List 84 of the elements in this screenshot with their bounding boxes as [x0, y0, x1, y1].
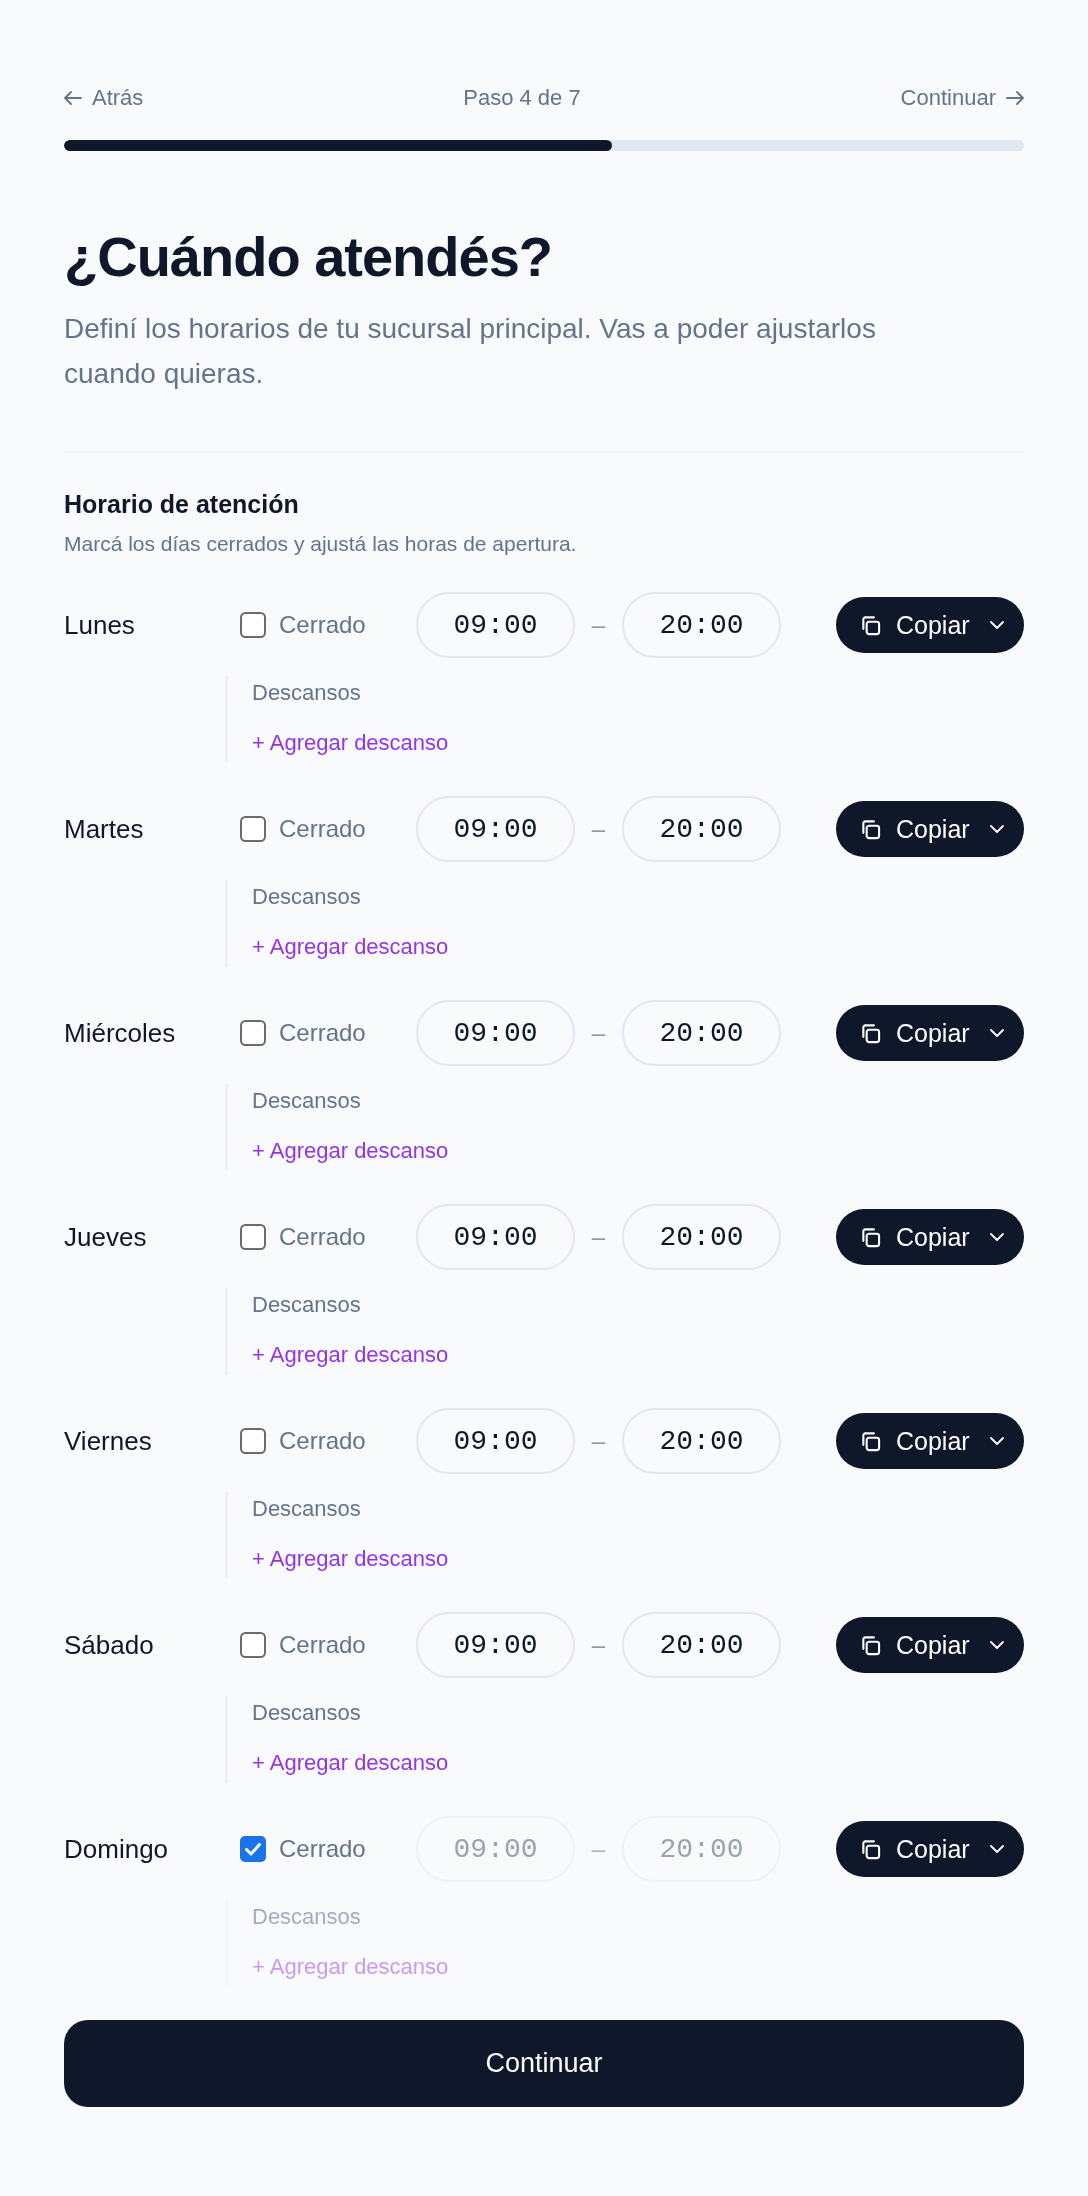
copy-button[interactable]: Copiar: [836, 1821, 1024, 1877]
copy-icon: [860, 1634, 881, 1656]
time-field[interactable]: 09:00: [416, 1612, 575, 1678]
checkbox-label: Cerrado: [279, 814, 366, 844]
add-break-link[interactable]: + Agregar descanso: [252, 728, 449, 758]
breaks-label: Descansos: [252, 1495, 361, 1523]
checkbox[interactable]: [240, 1632, 266, 1658]
breaks-label: Descansos: [252, 1291, 361, 1319]
copy-button[interactable]: Copiar: [836, 1005, 1024, 1061]
step-indicator: Paso 4 de 7: [463, 84, 581, 112]
add-break-link[interactable]: + Agregar descanso: [252, 1136, 449, 1166]
time-field[interactable]: 20:00: [622, 1612, 781, 1678]
time-separator: –: [591, 1834, 606, 1864]
chevron-down-icon: [990, 1029, 1004, 1037]
day-name: Lunes: [64, 610, 135, 640]
chevron-down-icon: [990, 621, 1004, 629]
checkbox-label: Cerrado: [279, 1426, 366, 1456]
breaks-label: Descansos: [252, 679, 361, 707]
time-separator: –: [591, 1018, 606, 1048]
breaks-label: Descansos: [252, 1903, 361, 1931]
section-description: Marcá los días cerrados y ajustá las horas de apertura.: [64, 531, 577, 557]
time-separator: –: [591, 610, 606, 640]
copy-button[interactable]: Copiar: [836, 1617, 1024, 1673]
time-field[interactable]: 09:00: [416, 592, 575, 658]
day-name: Sábado: [64, 1630, 154, 1660]
checkbox[interactable]: [240, 1428, 266, 1454]
day-name: Miércoles: [64, 1018, 176, 1048]
breaks-label: Descansos: [252, 1087, 361, 1115]
checkbox-label: Cerrado: [279, 1018, 366, 1048]
copy-icon: [860, 818, 881, 840]
checkbox-label: Cerrado: [279, 1630, 366, 1660]
breaks-label: Descansos: [252, 883, 361, 911]
checkbox[interactable]: [240, 612, 266, 638]
add-break-link[interactable]: + Agregar descanso: [252, 1340, 449, 1370]
page-subtitle: Definí los horarios de tu sucursal principal. Vas a poder ajustarlos cuando quieras.: [64, 312, 877, 391]
time-separator: –: [591, 1426, 606, 1456]
checkbox[interactable]: [240, 816, 266, 842]
continue-button[interactable]: Continuar: [64, 2020, 1024, 2107]
checkbox[interactable]: [240, 1020, 266, 1046]
section-title: Horario de atención: [64, 489, 299, 520]
chevron-down-icon: [990, 825, 1004, 833]
time-field[interactable]: 09:00: [416, 1204, 575, 1270]
checkbox[interactable]: [240, 1836, 266, 1862]
time-field[interactable]: 20:00: [622, 1000, 781, 1066]
copy-icon: [860, 614, 881, 636]
time-field[interactable]: 09:00: [416, 1000, 575, 1066]
copy-button[interactable]: Copiar: [836, 597, 1024, 653]
day-name: Martes: [64, 814, 144, 844]
copy-button[interactable]: Copiar: [836, 801, 1024, 857]
day-name: Viernes: [64, 1426, 152, 1456]
add-break-link[interactable]: + Agregar descanso: [252, 1748, 449, 1778]
copy-button[interactable]: Copiar: [836, 1209, 1024, 1265]
back-link[interactable]: Atrás: [64, 84, 144, 112]
time-field[interactable]: 20:00: [622, 592, 781, 658]
day-name: Domingo: [64, 1834, 169, 1864]
time-field[interactable]: 20:00: [622, 796, 781, 862]
time-field[interactable]: 09:00: [416, 1408, 575, 1474]
checkbox-label: Cerrado: [279, 1834, 366, 1864]
chevron-down-icon: [990, 1437, 1004, 1445]
day-name: Jueves: [64, 1222, 147, 1252]
arrow-right-icon: [1006, 91, 1024, 105]
copy-icon: [860, 1226, 881, 1248]
checkbox-label: Cerrado: [279, 610, 366, 640]
continue-link[interactable]: Continuar: [900, 84, 1024, 112]
time-separator: –: [591, 1630, 606, 1660]
copy-icon: [860, 1430, 881, 1452]
breaks-label: Descansos: [252, 1699, 361, 1727]
chevron-down-icon: [990, 1845, 1004, 1853]
time-separator: –: [591, 814, 606, 844]
copy-button[interactable]: Copiar: [836, 1413, 1024, 1469]
copy-icon: [860, 1022, 881, 1044]
arrow-left-icon: [64, 91, 82, 105]
chevron-down-icon: [990, 1641, 1004, 1649]
add-break-link[interactable]: + Agregar descanso: [252, 932, 449, 962]
add-break-link[interactable]: + Agregar descanso: [252, 1544, 449, 1574]
checkbox-label: Cerrado: [279, 1222, 366, 1252]
page-title: ¿Cuándo atendés?: [64, 226, 553, 288]
time-separator: –: [591, 1222, 606, 1252]
time-field[interactable]: 09:00: [416, 796, 575, 862]
copy-icon: [860, 1838, 881, 1860]
chevron-down-icon: [990, 1233, 1004, 1241]
time-field[interactable]: 20:00: [622, 1204, 781, 1270]
checkbox[interactable]: [240, 1224, 266, 1250]
time-field[interactable]: 20:00: [622, 1408, 781, 1474]
